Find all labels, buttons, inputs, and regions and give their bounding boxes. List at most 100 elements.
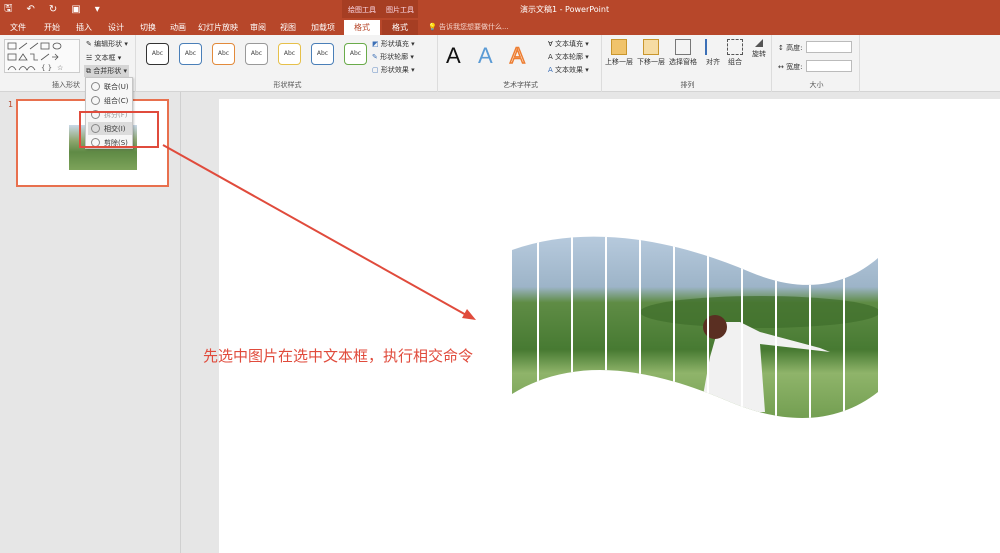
menu-item-combine[interactable]: 组合(C) <box>88 94 132 107</box>
height-label: ↕ 高度: <box>778 44 803 52</box>
align-icon <box>705 39 721 55</box>
redo-icon[interactable]: ↻ <box>49 4 57 15</box>
save-icon[interactable]: 🖫 <box>4 1 13 18</box>
shape-effects-button[interactable]: ▢ 形状效果 ▾ <box>372 65 415 75</box>
send-backward-icon <box>643 39 659 55</box>
edit-shape-label: 编辑形状 <box>94 40 123 48</box>
slide-number: 1 <box>8 100 14 109</box>
edit-shape-button[interactable]: ✎ 编辑形状 ▾ <box>86 39 128 49</box>
align-label: 对齐 <box>706 58 720 66</box>
selection-pane-label: 选择窗格 <box>669 58 697 66</box>
text-effects-icon: A <box>548 66 553 74</box>
group-label-size: 大小 <box>809 81 824 89</box>
ribbon-tabs: 文件 开始 插入 设计 切换 动画 幻灯片放映 审阅 视图 加载项 格式 格式 … <box>0 18 1000 35</box>
paint-bucket-icon: ◩ <box>372 40 379 48</box>
selection-pane-icon <box>675 39 691 55</box>
svg-text:☆: ☆ <box>57 64 63 72</box>
height-label-text: 高度: <box>786 44 803 52</box>
width-label-text: 宽度: <box>786 63 803 71</box>
undo-icon[interactable]: ↶ <box>27 4 35 15</box>
height-input[interactable] <box>806 41 852 53</box>
rotate-button[interactable]: 旋转 <box>744 39 774 59</box>
instruction-caption: 先选中图片在选中文本框，执行相交命令 <box>203 347 474 365</box>
title-bar: 🖫 ↶ ↻ ▣ ▾ 绘图工具 图片工具 演示文稿1 - PowerPoint <box>0 0 1000 18</box>
tell-me-text: 告诉我您想要做什么... <box>438 23 509 31</box>
tab-animations[interactable]: 动画 <box>164 20 192 35</box>
tab-design[interactable]: 设计 <box>102 20 130 35</box>
tab-transitions[interactable]: 切换 <box>134 20 162 35</box>
text-outline-label: 文本轮廓 <box>555 53 584 61</box>
tell-me-search[interactable]: 💡 告诉我您想要做什么... <box>428 22 509 32</box>
tab-home[interactable]: 开始 <box>38 20 66 35</box>
merge-shapes-button[interactable]: ⧉ 合并形状 ▾ <box>84 65 129 77</box>
selection-pane-button[interactable]: 选择窗格 <box>668 39 698 67</box>
text-outline-button[interactable]: A 文本轮廓 ▾ <box>548 52 589 62</box>
tab-file[interactable]: 文件 <box>4 20 32 35</box>
shape-style-6[interactable]: Abc <box>311 43 334 65</box>
rotate-icon <box>755 39 763 47</box>
ribbon: { } ☆ ✎ 编辑形状 ▾ ☱ 文本框 ▾ ⧉ 合并形状 ▾ 插入形状 Abc… <box>0 35 1000 92</box>
wordart-style-orange[interactable]: A <box>509 42 525 69</box>
group-size: ↕ 高度: ↔ 宽度: 大小 <box>774 35 860 92</box>
shape-fill-label: 形状填充 <box>380 40 409 48</box>
menu-item-union-label: 联合(U) <box>104 83 129 91</box>
text-effects-button[interactable]: A 文本效果 ▾ <box>548 65 589 75</box>
annotation-highlight-box <box>79 111 159 148</box>
tab-format-picture[interactable]: 格式 <box>382 20 418 35</box>
text-effects-label: 文本效果 <box>555 66 584 74</box>
start-from-beginning-icon[interactable]: ▣ <box>71 4 80 15</box>
shape-gallery[interactable]: { } ☆ <box>4 39 80 73</box>
text-outline-icon: A <box>548 53 553 61</box>
shape-style-5[interactable]: Abc <box>278 43 301 65</box>
tab-view[interactable]: 视图 <box>276 20 300 35</box>
tab-review[interactable]: 审阅 <box>246 20 270 35</box>
merge-shapes-label: 合并形状 <box>93 67 122 75</box>
group-wordart-styles: A A A Ɐ 文本填充 ▾ A 文本轮廓 ▾ A 文本效果 ▾ 艺术字样式 <box>440 35 602 92</box>
customize-qat-icon[interactable]: ▾ <box>95 4 100 15</box>
text-box-label: 文本框 <box>94 54 116 62</box>
group-label-wordart: 艺术字样式 <box>503 81 538 89</box>
shape-style-2[interactable]: Abc <box>179 43 202 65</box>
shape-style-7[interactable]: Abc <box>344 43 367 65</box>
group-arrange: 上移一层 下移一层 选择窗格 对齐 组合 旋转 排列 <box>604 35 772 92</box>
wordart-style-blue[interactable]: A <box>478 43 493 69</box>
union-icon <box>91 82 100 91</box>
group-label-arrange: 排列 <box>680 81 695 89</box>
shape-outline-button[interactable]: ✎ 形状轮廓 ▾ <box>372 52 414 62</box>
bring-forward-button[interactable]: 上移一层 <box>604 39 634 67</box>
bring-forward-label: 上移一层 <box>605 58 633 66</box>
tab-addins[interactable]: 加载项 <box>306 20 340 35</box>
quick-access-toolbar: 🖫 ↶ ↻ ▣ ▾ <box>4 2 100 16</box>
shape-style-3[interactable]: Abc <box>212 43 235 65</box>
group-icon <box>727 39 743 55</box>
send-backward-button[interactable]: 下移一层 <box>636 39 666 67</box>
bring-forward-icon <box>611 39 627 55</box>
text-fill-label: 文本填充 <box>555 40 584 48</box>
text-box-button[interactable]: ☱ 文本框 ▾ <box>86 53 121 63</box>
shape-fill-button[interactable]: ◩ 形状填充 ▾ <box>372 39 415 49</box>
text-fill-button[interactable]: Ɐ 文本填充 ▾ <box>548 39 589 49</box>
tab-slideshow[interactable]: 幻灯片放映 <box>196 20 240 35</box>
combine-icon <box>91 96 100 105</box>
group-label-shape-styles: 形状样式 <box>273 81 302 89</box>
wavy-picture[interactable] <box>510 232 882 428</box>
effects-icon: ▢ <box>372 66 379 74</box>
group-label: 组合 <box>728 58 742 66</box>
width-input[interactable] <box>806 60 852 72</box>
shape-style-1[interactable]: Abc <box>146 43 169 65</box>
rotate-label: 旋转 <box>752 50 766 58</box>
shapes-icon: { } ☆ <box>7 42 63 72</box>
tab-format-drawing[interactable]: 格式 <box>344 20 380 35</box>
shape-outline-label: 形状轮廓 <box>380 53 409 61</box>
text-fill-icon: Ɐ <box>548 40 553 48</box>
shape-effects-label: 形状效果 <box>380 66 409 74</box>
send-backward-label: 下移一层 <box>637 58 665 66</box>
width-label: ↔ 宽度: <box>778 63 803 71</box>
tab-insert[interactable]: 插入 <box>70 20 98 35</box>
wordart-style-black[interactable]: A <box>446 43 461 69</box>
group-shape-styles: Abc Abc Abc Abc Abc Abc Abc ◩ 形状填充 ▾ ✎ 形… <box>138 35 438 92</box>
menu-item-union[interactable]: 联合(U) <box>88 80 132 93</box>
pen-icon: ✎ <box>372 53 378 61</box>
shape-style-4[interactable]: Abc <box>245 43 268 65</box>
menu-item-combine-label: 组合(C) <box>104 97 129 105</box>
